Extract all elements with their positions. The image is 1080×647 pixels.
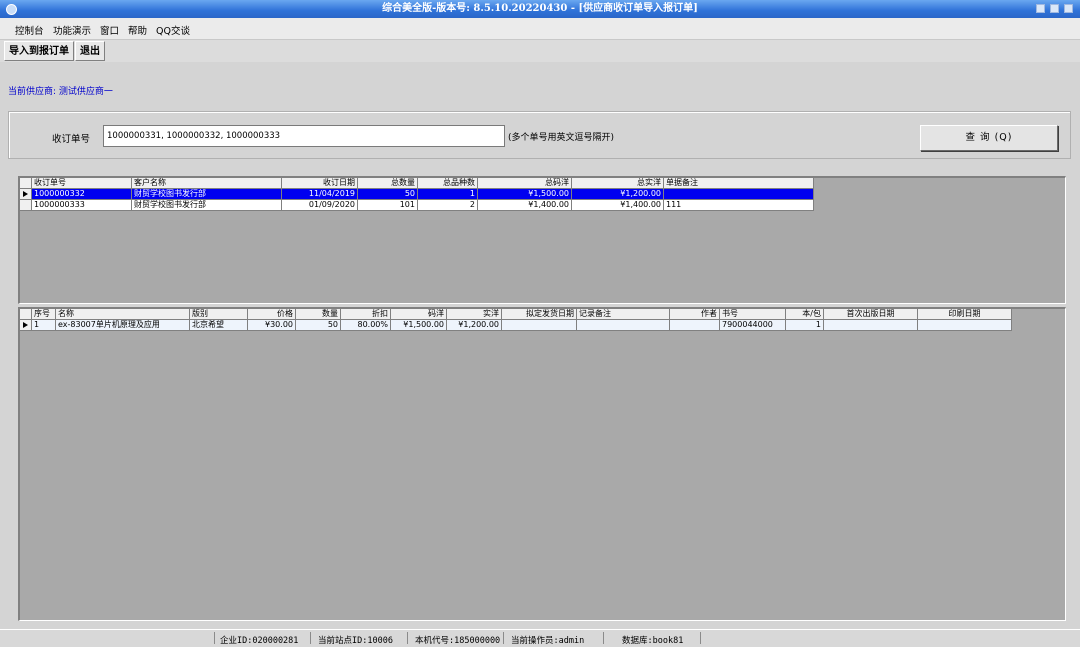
table-row[interactable]: 101 — [358, 200, 418, 211]
orders-header-remark[interactable]: 单据备注 — [664, 178, 814, 189]
details-header-name[interactable]: 名称 — [56, 309, 190, 320]
status-machine-code: 本机代号:185000000 — [415, 636, 501, 646]
table-row[interactable]: ¥1,500.00 — [391, 320, 447, 331]
row-pointer-icon — [23, 322, 28, 328]
status-database: 数据库:book81 — [622, 636, 684, 646]
table-row[interactable]: 1000000332 — [32, 189, 132, 200]
row-indicator[interactable] — [20, 189, 32, 200]
status-divider — [407, 632, 408, 644]
details-header-seq[interactable]: 序号 — [32, 309, 56, 320]
row-indicator[interactable] — [20, 200, 32, 211]
status-divider — [700, 632, 701, 644]
table-row[interactable] — [824, 320, 918, 331]
details-header-publisher[interactable]: 版别 — [190, 309, 248, 320]
orders-header-date[interactable]: 收订日期 — [282, 178, 358, 189]
status-operator: 当前操作员:admin — [511, 636, 585, 646]
table-row[interactable]: ¥1,200.00 — [447, 320, 502, 331]
table-row[interactable] — [577, 320, 670, 331]
orders-header-total-net-price[interactable]: 总实洋 — [572, 178, 664, 189]
window-title-bar: 综合美全版-版本号: 8.5.10.20220430 - [供应商收订单导入报订… — [0, 0, 1080, 18]
query-button[interactable]: 查 询 (Q) — [920, 125, 1058, 151]
status-divider — [214, 632, 215, 644]
order-number-label: 收订单号 — [52, 134, 91, 145]
current-supplier: 当前供应商: 测试供应商一 — [8, 87, 113, 97]
menu-console[interactable]: 控制台 — [15, 23, 44, 37]
table-row[interactable]: ex-83007单片机原理及应用 — [56, 320, 190, 331]
table-row[interactable]: 80.00% — [341, 320, 391, 331]
table-row[interactable]: ¥1,400.00 — [572, 200, 664, 211]
details-header-author[interactable]: 作者 — [670, 309, 720, 320]
table-row[interactable]: ¥1,200.00 — [572, 189, 664, 200]
menu-demo[interactable]: 功能演示 — [53, 23, 91, 37]
order-number-hint: (多个单号用英文逗号隔开) — [508, 133, 615, 143]
import-to-order-button[interactable]: 导入到报订单 — [4, 41, 74, 61]
app-icon[interactable] — [6, 4, 17, 15]
table-row[interactable] — [664, 189, 814, 200]
window-title: 综合美全版-版本号: 8.5.10.20220430 - [供应商收订单导入报订… — [382, 3, 698, 14]
table-row[interactable]: 财贸学校图书发行部 — [132, 189, 282, 200]
details-header-indicator — [20, 309, 32, 320]
details-header-discount[interactable]: 折扣 — [341, 309, 391, 320]
table-row[interactable] — [918, 320, 1012, 331]
menu-help[interactable]: 帮助 — [128, 23, 147, 37]
details-grid[interactable] — [18, 307, 1066, 621]
table-row[interactable]: 50 — [296, 320, 341, 331]
orders-header-total-kinds[interactable]: 总品种数 — [418, 178, 478, 189]
menu-qq-chat[interactable]: QQ交谈 — [156, 23, 190, 37]
table-row[interactable] — [670, 320, 720, 331]
status-site-id: 当前站点ID:10006 — [318, 636, 393, 646]
row-pointer-icon — [23, 191, 28, 197]
status-divider — [603, 632, 604, 644]
table-row[interactable]: 01/09/2020 — [282, 200, 358, 211]
table-row[interactable]: 11/04/2019 — [282, 189, 358, 200]
status-company-id: 企业ID:020000281 — [220, 636, 299, 646]
table-row[interactable]: ¥1,400.00 — [478, 200, 572, 211]
table-row[interactable]: 1 — [418, 189, 478, 200]
status-divider — [503, 632, 504, 644]
orders-header-total-qty[interactable]: 总数量 — [358, 178, 418, 189]
table-row[interactable]: ¥30.00 — [248, 320, 296, 331]
table-row[interactable]: 7900044000 — [720, 320, 786, 331]
menu-bar: 控制台 功能演示 窗口 帮助 QQ交谈 — [0, 18, 1080, 40]
maximize-icon[interactable] — [1050, 4, 1059, 13]
details-header-first-pub-date[interactable]: 首次出版日期 — [824, 309, 918, 320]
table-row[interactable]: 财贸学校图书发行部 — [132, 200, 282, 211]
status-bar: 企业ID:020000281 当前站点ID:10006 本机代号:1850000… — [0, 629, 1080, 647]
details-header-ship-date[interactable]: 拟定发货日期 — [502, 309, 577, 320]
table-row[interactable]: 1000000333 — [32, 200, 132, 211]
details-header-per-pack[interactable]: 本/包 — [786, 309, 824, 320]
table-row[interactable]: 北京希望 — [190, 320, 248, 331]
table-row[interactable]: 2 — [418, 200, 478, 211]
details-header-record-remark[interactable]: 记录备注 — [577, 309, 670, 320]
exit-button[interactable]: 退出 — [75, 41, 105, 61]
table-row[interactable]: ¥1,500.00 — [478, 189, 572, 200]
orders-header-order-no[interactable]: 收订单号 — [32, 178, 132, 189]
details-header-net-price[interactable]: 实洋 — [447, 309, 502, 320]
details-header-list-price[interactable]: 码洋 — [391, 309, 447, 320]
orders-header-customer[interactable]: 客户名称 — [132, 178, 282, 189]
orders-header-indicator — [20, 178, 32, 189]
table-row[interactable] — [502, 320, 577, 331]
details-header-isbn[interactable]: 书号 — [720, 309, 786, 320]
orders-header-total-list-price[interactable]: 总码洋 — [478, 178, 572, 189]
minimize-icon[interactable] — [1036, 4, 1045, 13]
table-row[interactable]: 111 — [664, 200, 814, 211]
toolbar: 导入到报订单 退出 — [0, 40, 1080, 62]
menu-window[interactable]: 窗口 — [100, 23, 119, 37]
close-icon[interactable] — [1064, 4, 1073, 13]
table-row[interactable]: 1 — [32, 320, 56, 331]
details-header-price[interactable]: 价格 — [248, 309, 296, 320]
details-header-print-date[interactable]: 印刷日期 — [918, 309, 1012, 320]
table-row[interactable]: 1 — [786, 320, 824, 331]
details-header-qty[interactable]: 数量 — [296, 309, 341, 320]
order-number-input[interactable] — [103, 125, 505, 147]
row-indicator[interactable] — [20, 320, 32, 331]
table-row[interactable]: 50 — [358, 189, 418, 200]
status-divider — [310, 632, 311, 644]
